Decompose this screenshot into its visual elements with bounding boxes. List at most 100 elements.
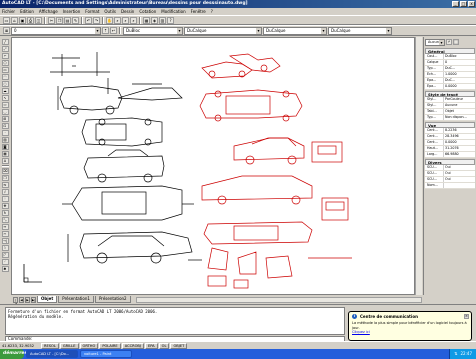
construction-line-icon[interactable]: ⤢ — [1, 46, 9, 52]
ellipse-icon[interactable]: ⬭ — [1, 102, 9, 108]
line-icon[interactable]: ╱ — [1, 39, 9, 45]
menu-help[interactable]: ? — [211, 9, 213, 14]
polygon-icon[interactable]: ⬡ — [1, 60, 9, 66]
selection-select[interactable]: Aucune — [425, 38, 445, 46]
polyline-icon[interactable]: ⌐ — [1, 53, 9, 59]
array-icon[interactable]: ⁘ — [1, 196, 9, 202]
status-toggle-polaire[interactable]: POLAIRE — [99, 342, 121, 349]
status-toggle-epa[interactable]: EPA — [144, 342, 158, 349]
chamfer-icon[interactable]: ◸ — [1, 252, 9, 258]
explode-icon[interactable]: ✱ — [1, 266, 9, 272]
lineweight-select[interactable]: DuCalque — [263, 26, 327, 35]
match-properties-icon[interactable]: ✎ — [72, 16, 79, 24]
break-icon[interactable]: ⌇ — [1, 245, 9, 251]
layer-manager-icon[interactable]: ≣ — [3, 27, 10, 34]
menu-fichier[interactable]: Fichier — [2, 9, 15, 14]
close-icon[interactable]: × — [464, 314, 469, 319]
extend-icon[interactable]: →| — [1, 238, 9, 244]
help-icon[interactable]: ? — [167, 16, 174, 24]
status-toggle-accrobj[interactable]: ACCROBJ — [121, 342, 144, 349]
status-toggle-resol[interactable]: RESOL — [41, 342, 59, 349]
minimize-button[interactable]: _ — [452, 1, 459, 7]
erase-icon[interactable]: ⌫ — [1, 168, 9, 174]
plotstyle-select[interactable]: DuCalque — [328, 26, 392, 35]
scale-icon[interactable]: ⤡ — [1, 217, 9, 223]
color-select[interactable]: DuBloc — [123, 26, 183, 35]
save-icon[interactable]: ▣ — [19, 16, 26, 24]
coordinates-readout[interactable]: 41.6233, 32.9032 — [2, 344, 40, 348]
linetype-select[interactable]: DuCalque — [184, 26, 262, 35]
menu-dessin[interactable]: Dessin — [121, 9, 134, 14]
offset-icon[interactable]: ⫽ — [1, 189, 9, 195]
select-objects-icon[interactable]: ⬚ — [453, 39, 459, 45]
arc-icon[interactable]: ◠ — [1, 74, 9, 80]
table-icon[interactable]: ▦ — [1, 151, 9, 157]
paste-icon[interactable]: ▤ — [64, 16, 71, 24]
menu-modification[interactable]: Modification — [161, 9, 185, 14]
zoom-previous-icon[interactable]: ⌕ — [130, 16, 137, 24]
maximize-button[interactable]: □ — [460, 1, 467, 7]
trim-icon[interactable]: ✂ — [1, 231, 9, 237]
point-icon[interactable]: · — [1, 130, 9, 136]
tab-nav-prev[interactable]: ◀ — [19, 296, 24, 303]
rectangle-icon[interactable]: ▭ — [1, 67, 9, 73]
copy-object-icon[interactable]: ❐ — [1, 175, 9, 181]
task-autocad[interactable]: AutoCAD LT - [C:\Do... — [26, 350, 78, 358]
menu-cotation[interactable]: Cotation — [139, 9, 156, 14]
property-row[interactable]: Larg... 66.9880 — [425, 152, 475, 158]
tab-presentation2[interactable]: Présentation2 — [94, 296, 131, 303]
mirror-icon[interactable]: ⇋ — [1, 182, 9, 188]
ellipse-arc-icon[interactable]: ◡ — [1, 109, 9, 115]
design-center-icon[interactable]: ◈ — [151, 16, 158, 24]
make-current-layer-icon[interactable]: ⇡ — [102, 27, 109, 34]
property-row[interactable]: Nom... — [425, 183, 475, 189]
rotate-icon[interactable]: ↻ — [1, 210, 9, 216]
tab-nav-first[interactable]: |◀ — [13, 296, 18, 306]
tab-objet[interactable]: Objet — [37, 296, 58, 303]
menu-fenetre[interactable]: Fenêtre — [191, 9, 206, 14]
text-icon[interactable]: A — [1, 158, 9, 164]
status-toggle-ortho[interactable]: ORTHO — [79, 342, 99, 349]
menu-affichage[interactable]: Affichage — [39, 9, 58, 14]
layer-previous-icon[interactable]: ↩ — [110, 27, 117, 34]
tab-nav-next[interactable]: ▶ — [25, 296, 30, 303]
circle-icon[interactable]: ○ — [1, 81, 9, 87]
make-block-icon[interactable]: ⊡ — [1, 123, 9, 129]
copy-icon[interactable]: ❐ — [56, 16, 63, 24]
layer-select[interactable]: 0 — [11, 26, 101, 35]
balloon-link[interactable]: Cliquez ici — [352, 330, 468, 334]
menu-format[interactable]: Format — [85, 9, 99, 14]
print-icon[interactable]: ⎙ — [27, 16, 34, 24]
redo-icon[interactable]: ↷ — [93, 16, 100, 24]
undo-icon[interactable]: ↶ — [85, 16, 92, 24]
move-icon[interactable]: ✥ — [1, 203, 9, 209]
menu-edition[interactable]: Edition — [20, 9, 34, 14]
stretch-icon[interactable]: ↔ — [1, 224, 9, 230]
zoom-realtime-icon[interactable]: ⌕ — [114, 16, 121, 24]
horizontal-scrollbar[interactable] — [135, 296, 422, 303]
quick-select-icon[interactable]: ⚡ — [446, 39, 452, 45]
hatch-icon[interactable]: ▨ — [1, 137, 9, 143]
zoom-window-icon[interactable]: ⌕ — [122, 16, 129, 24]
spline-icon[interactable]: ∿ — [1, 95, 9, 101]
cut-icon[interactable]: ✂ — [48, 16, 55, 24]
property-row[interactable]: Épa... 0.0000 — [425, 84, 475, 90]
menu-outils[interactable]: Outils — [104, 9, 116, 14]
open-folder-icon[interactable]: ⌂ — [11, 16, 18, 24]
properties-icon[interactable]: ▦ — [143, 16, 150, 24]
network-icon[interactable]: ⇅ — [454, 349, 457, 359]
region-icon[interactable]: ◙ — [1, 144, 9, 150]
fillet-icon[interactable]: ◜ — [1, 259, 9, 265]
revision-cloud-icon[interactable]: ☁ — [1, 88, 9, 94]
status-toggle-grille[interactable]: GRILLE — [59, 342, 79, 349]
pan-icon[interactable]: ✋ — [106, 16, 113, 24]
vertical-scrollbar[interactable] — [415, 37, 422, 295]
preview-icon[interactable]: ◫ — [35, 16, 42, 24]
status-toggle-ol[interactable]: OL — [158, 342, 170, 349]
tab-nav-last[interactable]: ▶| — [31, 296, 36, 303]
new-file-icon[interactable]: ▭ — [3, 16, 10, 24]
start-button[interactable]: démarrer — [0, 349, 27, 359]
task-paint[interactable]: voiture1 - Paint — [80, 350, 132, 358]
drawing-canvas[interactable] — [11, 37, 415, 295]
insert-block-icon[interactable]: ⊞ — [1, 116, 9, 122]
